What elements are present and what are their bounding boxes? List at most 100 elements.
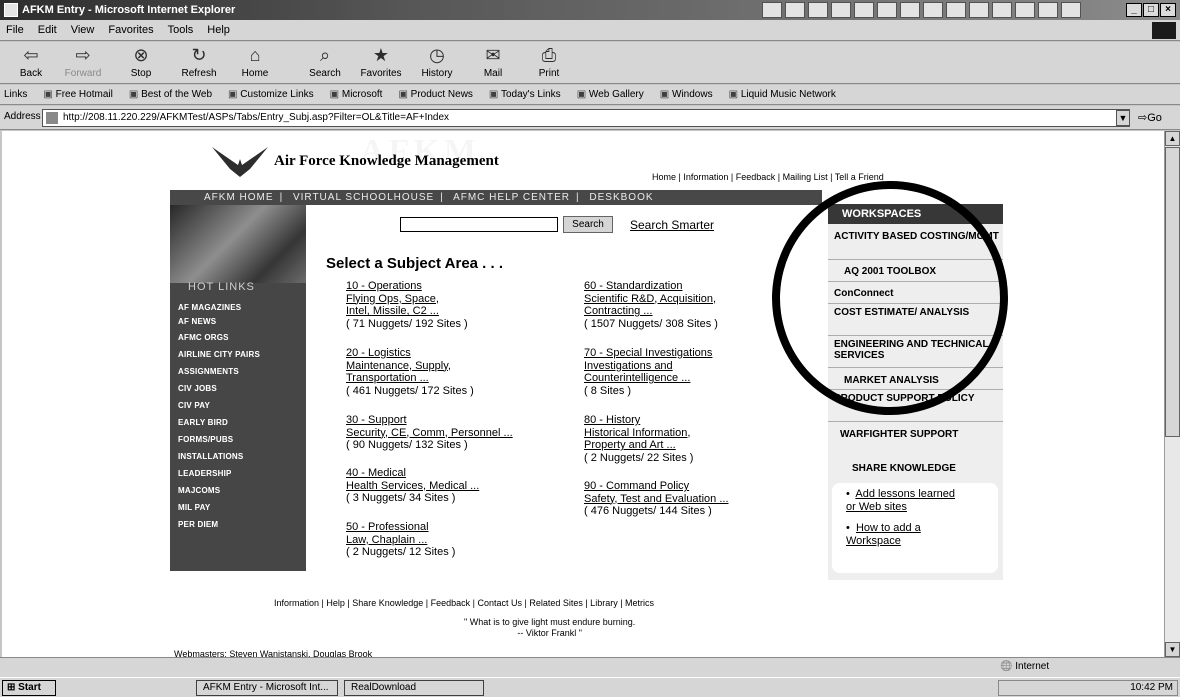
subject-item[interactable]: 40 - Medical Health Services, Medical ..… <box>346 467 479 505</box>
hot-link[interactable]: AF MAGAZINES <box>178 303 241 312</box>
divider <box>828 281 1003 282</box>
hot-link[interactable]: MIL PAY <box>178 503 210 512</box>
home-button[interactable]: ⌂ Home <box>230 44 280 79</box>
favorites-icon: ★ <box>372 45 390 65</box>
web-page: AFKM Air Force Knowledge Management Home… <box>2 131 1164 657</box>
share-link-add-lessons[interactable]: • Add lessons learned or Web sites <box>846 488 955 513</box>
stop-button[interactable]: ⊗ Stop <box>116 44 166 79</box>
menu-help[interactable]: Help <box>207 24 230 36</box>
air-force-symbol-icon <box>212 147 268 177</box>
workspace-link[interactable]: PRODUCT SUPPORT POLICY <box>834 393 984 404</box>
scroll-down-icon[interactable]: ▼ <box>1165 642 1180 657</box>
menu-edit[interactable]: Edit <box>38 24 57 36</box>
window-title: AFKM Entry - Microsoft Internet Explorer <box>22 4 236 16</box>
subject-item[interactable]: 70 - Special Investigations Investigatio… <box>584 347 712 397</box>
start-button[interactable]: ⊞ Start <box>2 680 56 696</box>
link-microsoft[interactable]: Microsoft <box>330 89 383 100</box>
workspace-link[interactable]: ENGINEERING AND TECHNICAL SERVICES <box>834 339 994 361</box>
menu-bar: File Edit View Favorites Tools Help <box>0 20 1180 41</box>
link-todays-links[interactable]: Today's Links <box>489 89 561 100</box>
share-link-add-workspace[interactable]: • How to add a Workspace <box>846 522 921 547</box>
workspace-link[interactable]: COST ESTIMATE/ ANALYSIS <box>834 307 994 318</box>
subject-item[interactable]: 80 - History Historical Information, Pro… <box>584 414 693 464</box>
scroll-thumb[interactable] <box>1165 147 1180 437</box>
search-button[interactable]: Search <box>563 216 613 233</box>
tray-app-icon <box>946 2 966 18</box>
link-customize-links[interactable]: Customize Links <box>228 89 313 100</box>
subject-item[interactable]: 10 - Operations Flying Ops, Space, Intel… <box>346 280 468 330</box>
history-icon: ◷ <box>429 45 445 65</box>
search-smarter-link[interactable]: Search Smarter <box>630 218 714 232</box>
site-title: Air Force Knowledge Management <box>274 153 499 169</box>
minimize-button[interactable]: _ <box>1126 3 1142 17</box>
menu-tools[interactable]: Tools <box>168 24 194 36</box>
menu-file[interactable]: File <box>6 24 24 36</box>
subject-item[interactable]: 20 - Logistics Maintenance, Supply, Tran… <box>346 347 474 397</box>
workspace-link[interactable]: ConConnect <box>834 288 893 299</box>
link-free-hotmail[interactable]: Free Hotmail <box>43 89 113 100</box>
hot-link[interactable]: INSTALLATIONS <box>178 452 243 461</box>
history-button[interactable]: ◷ History <box>412 44 462 79</box>
search-button-toolbar[interactable]: ⌕ Search <box>300 44 350 79</box>
favorites-button[interactable]: ★ Favorites <box>356 44 406 79</box>
tray-app-icon <box>1061 2 1081 18</box>
hot-link[interactable]: AIRLINE CITY PAIRS <box>178 350 260 359</box>
search-icon: ⌕ <box>319 45 331 65</box>
menu-view[interactable]: View <box>71 24 95 36</box>
top-links[interactable]: Home | Information | Feedback | Mailing … <box>652 172 884 182</box>
nav-afmc-help-center[interactable]: AFMC HELP CENTER <box>453 192 570 203</box>
subject-item[interactable]: 30 - Support Security, CE, Comm, Personn… <box>346 414 513 452</box>
links-bar: Links Free Hotmail Best of the Web Custo… <box>0 85 1180 105</box>
footer-quote: " What is to give light must endure burn… <box>464 617 636 638</box>
subject-item[interactable]: 50 - Professional Law, Chaplain ... ( 2 … <box>346 521 455 559</box>
link-best-of-web[interactable]: Best of the Web <box>129 89 212 100</box>
subject-item[interactable]: 90 - Command Policy Safety, Test and Eva… <box>584 480 729 518</box>
hot-link[interactable]: LEADERSHIP <box>178 469 232 478</box>
mail-button[interactable]: ✉ Mail <box>468 44 518 79</box>
vertical-scrollbar[interactable]: ▲ ▼ <box>1164 131 1180 657</box>
taskbar-realdownload[interactable]: RealDownload <box>344 680 484 696</box>
address-label: Address <box>4 111 41 122</box>
back-button[interactable]: ⇦ Back <box>6 44 56 79</box>
maximize-button[interactable]: □ <box>1143 3 1159 17</box>
go-button[interactable]: ⇨Go <box>1138 111 1162 124</box>
address-dropdown-button[interactable]: ▼ <box>1116 110 1130 126</box>
address-bar: Address http://208.11.220.229/AFKMTest/A… <box>0 106 1180 130</box>
hot-link[interactable]: EARLY BIRD <box>178 418 228 427</box>
menu-favorites[interactable]: Favorites <box>108 24 153 36</box>
link-product-news[interactable]: Product News <box>398 89 473 100</box>
close-button[interactable]: × <box>1160 3 1176 17</box>
workspace-link[interactable]: MARKET ANALYSIS <box>844 375 939 386</box>
footer-links[interactable]: Information | Help | Share Knowledge | F… <box>274 598 654 608</box>
tray-app-icon <box>969 2 989 18</box>
link-liquid-music[interactable]: Liquid Music Network <box>729 89 836 100</box>
link-windows[interactable]: Windows <box>660 89 713 100</box>
nav-virtual-schoolhouse[interactable]: VIRTUAL SCHOOLHOUSE <box>293 192 434 203</box>
taskbar-ie-window[interactable]: AFKM Entry - Microsoft Int... <box>196 680 338 696</box>
search-input[interactable] <box>400 217 558 232</box>
hot-link[interactable]: MAJCOMS <box>178 486 220 495</box>
hot-link[interactable]: ASSIGNMENTS <box>178 367 239 376</box>
hot-link[interactable]: CIV JOBS <box>178 384 217 393</box>
divider <box>828 389 1003 390</box>
workspace-link[interactable]: WARFIGHTER SUPPORT <box>840 429 958 440</box>
hot-link[interactable]: FORMS/PUBS <box>178 435 233 444</box>
address-input[interactable]: http://208.11.220.229/AFKMTest/ASPs/Tabs… <box>42 109 1130 127</box>
subject-item[interactable]: 60 - Standardization Scientific R&D, Acq… <box>584 280 718 330</box>
scroll-up-icon[interactable]: ▲ <box>1165 131 1180 146</box>
hot-link[interactable]: AFMC ORGS <box>178 333 229 342</box>
tray-app-icon <box>877 2 897 18</box>
refresh-button[interactable]: ↻ Refresh <box>174 44 224 79</box>
workspace-link[interactable]: AQ 2001 TOOLBOX <box>844 266 936 277</box>
link-web-gallery[interactable]: Web Gallery <box>577 89 644 100</box>
print-button[interactable]: ⎙ Print <box>524 44 574 79</box>
hot-link[interactable]: AF NEWS <box>178 317 216 326</box>
internet-zone: 🌐 Internet <box>1000 661 1050 672</box>
hot-link[interactable]: CIV PAY <box>178 401 210 410</box>
nav-deskbook[interactable]: DESKBOOK <box>589 192 653 203</box>
tray-app-icon <box>785 2 805 18</box>
forward-button[interactable]: ⇨ Forward <box>58 44 108 79</box>
workspace-link[interactable]: ACTIVITY BASED COSTING/MGMT <box>834 231 999 242</box>
hot-link[interactable]: PER DIEM <box>178 520 218 529</box>
nav-afkm-home[interactable]: AFKM HOME <box>204 192 274 203</box>
